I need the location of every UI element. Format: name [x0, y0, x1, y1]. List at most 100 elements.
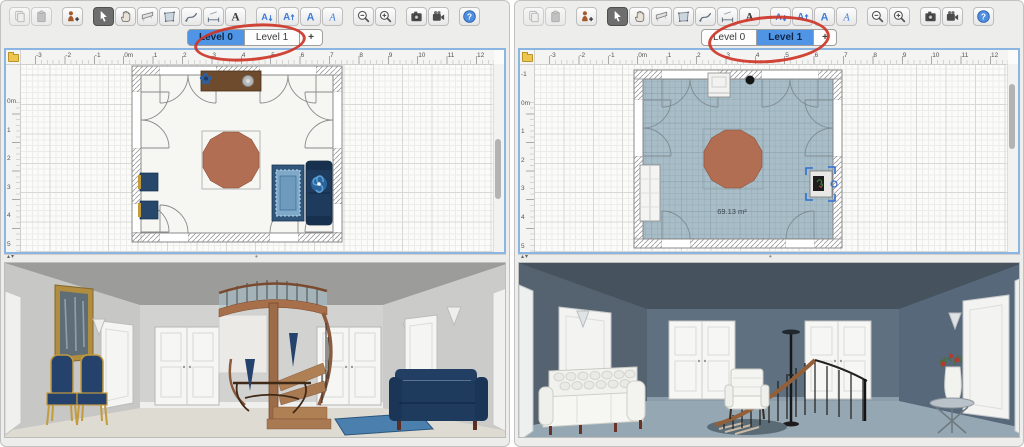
white-double-door[interactable] — [317, 327, 381, 405]
decrease-text-size-button[interactable] — [770, 7, 791, 26]
plan-canvas[interactable]: 69.13 m² — [534, 64, 1008, 252]
add-level-tab[interactable]: + — [300, 29, 323, 46]
plan-canvas[interactable] — [20, 64, 494, 252]
3d-view[interactable] — [4, 262, 506, 438]
copy-icon — [526, 9, 541, 24]
zoom-out-button[interactable] — [867, 7, 888, 26]
ruler-tick-label: 2 — [7, 155, 11, 162]
create-rooms-button[interactable] — [673, 7, 694, 26]
door[interactable] — [519, 285, 533, 437]
divider-collapse-icon[interactable]: ▴▾ — [521, 253, 529, 260]
decrease-text-size-button[interactable] — [256, 7, 277, 26]
door[interactable] — [5, 291, 21, 435]
ruler-tick-label: 7 — [330, 52, 334, 59]
cabinet[interactable] — [708, 73, 730, 97]
ruler-tick-label: 1 — [668, 52, 672, 59]
ruler-tick-label: 9 — [903, 52, 907, 59]
create-photo-button[interactable] — [920, 7, 941, 26]
pan-tool-button[interactable] — [629, 7, 650, 26]
italic-button[interactable] — [322, 7, 343, 26]
bold-button[interactable] — [814, 7, 835, 26]
create-walls-icon — [140, 9, 155, 24]
ruler-tick-label: -3 — [36, 52, 42, 59]
plan-vertical-scrollbar[interactable] — [1007, 64, 1018, 252]
help-button[interactable] — [459, 7, 480, 26]
tab-level-1[interactable]: Level 1 — [245, 29, 300, 46]
create-walls-button[interactable] — [651, 7, 672, 26]
add-text-button[interactable] — [739, 7, 760, 26]
ruler-tick-label: 4 — [7, 212, 11, 219]
paste-button[interactable] — [31, 7, 52, 26]
3d-view[interactable] — [518, 262, 1020, 438]
increase-text-size-button[interactable] — [278, 7, 299, 26]
create-rooms-button[interactable] — [159, 7, 180, 26]
create-dimensions-icon — [206, 9, 221, 24]
ruler-tick-label: 3 — [726, 52, 730, 59]
ruler-corner — [6, 50, 21, 65]
help-button[interactable] — [973, 7, 994, 26]
door[interactable] — [1015, 277, 1020, 435]
divider-collapse-icon[interactable]: ▴▾ — [7, 253, 15, 260]
gold-framed-painting[interactable] — [55, 285, 93, 363]
create-polylines-button[interactable] — [695, 7, 716, 26]
tab-level-0[interactable]: Level 0 — [701, 29, 757, 46]
ruler-tick-label: 4 — [521, 214, 525, 221]
navy-chair[interactable] — [138, 201, 158, 219]
navy-sofa-3d[interactable] — [389, 369, 488, 430]
create-video-button[interactable] — [942, 7, 963, 26]
tab-level-0[interactable]: Level 0 — [187, 29, 245, 46]
add-text-button[interactable] — [225, 7, 246, 26]
bold-button[interactable] — [300, 7, 321, 26]
ruler-tick-label: 5 — [271, 52, 275, 59]
create-walls-button[interactable] — [137, 7, 158, 26]
ruler-tick-label: 0m — [124, 52, 133, 59]
add-furniture-button[interactable] — [576, 7, 597, 26]
plan-vertical-scrollbar[interactable] — [493, 64, 504, 252]
add-level-tab[interactable]: + — [814, 29, 837, 46]
video-camera-icon — [431, 9, 446, 24]
zoom-out-button[interactable] — [353, 7, 374, 26]
ruler-tick-label: -3 — [550, 52, 556, 59]
round-dining-table[interactable] — [202, 131, 260, 189]
stairwell-round-table[interactable] — [703, 129, 763, 189]
increase-text-size-button[interactable] — [792, 7, 813, 26]
ruler-tick-label: -2 — [65, 52, 71, 59]
scrollbar-thumb[interactable] — [495, 139, 501, 199]
ruler-tick-label: 5 — [785, 52, 789, 59]
paste-button[interactable] — [545, 7, 566, 26]
wardrobe[interactable] — [640, 165, 660, 221]
bold-icon — [817, 9, 832, 24]
paste-icon — [34, 9, 49, 24]
console-table[interactable] — [201, 71, 261, 91]
copy-button[interactable] — [523, 7, 544, 26]
selected-wall-item[interactable] — [806, 167, 837, 201]
ceiling-lamp[interactable] — [746, 76, 755, 85]
add-text-icon — [742, 9, 757, 24]
copy-button[interactable] — [9, 7, 30, 26]
create-dimensions-button[interactable] — [717, 7, 738, 26]
white-double-door[interactable] — [155, 327, 219, 405]
zoom-in-button[interactable] — [375, 7, 396, 26]
stair-opening[interactable] — [707, 419, 787, 435]
door[interactable] — [493, 287, 506, 433]
divider-handle-icon: • — [769, 252, 772, 261]
create-polylines-button[interactable] — [181, 7, 202, 26]
italic-button[interactable] — [836, 7, 857, 26]
add-furniture-button[interactable] — [62, 7, 83, 26]
horizontal-ruler: -3-2-10m123456789101112 — [534, 50, 1008, 65]
ruler-tick-label: 4 — [756, 52, 760, 59]
oriental-rug[interactable] — [272, 165, 304, 221]
navy-chair[interactable] — [138, 173, 158, 191]
scrollbar-thumb[interactable] — [1009, 84, 1015, 149]
tab-level-1[interactable]: Level 1 — [757, 29, 814, 46]
create-video-button[interactable] — [428, 7, 449, 26]
select-tool-button[interactable] — [93, 7, 114, 26]
pan-tool-button[interactable] — [115, 7, 136, 26]
select-tool-button[interactable] — [607, 7, 628, 26]
navy-sofa[interactable] — [306, 161, 332, 225]
level-tabs: Level 0 Level 1 + — [1, 29, 509, 47]
create-photo-button[interactable] — [406, 7, 427, 26]
create-dimensions-button[interactable] — [203, 7, 224, 26]
toolbar — [519, 4, 1019, 28]
zoom-in-button[interactable] — [889, 7, 910, 26]
